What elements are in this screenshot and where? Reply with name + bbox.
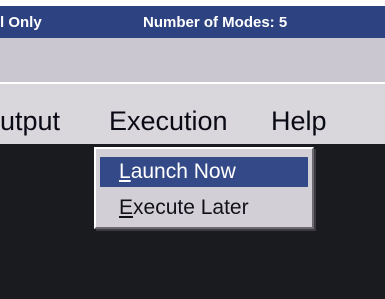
status-title-bar: l Only Number of Modes: 5: [0, 6, 385, 38]
menu-execution[interactable]: Execution: [109, 106, 228, 137]
menu-help[interactable]: Help: [271, 106, 327, 137]
launch-now-mnemonic: L: [119, 160, 131, 183]
execute-later-mnemonic: E: [119, 196, 134, 219]
menu-output[interactable]: utput: [0, 106, 60, 137]
execute-later-label: xecute Later: [133, 196, 249, 219]
mode-status-text: l Only: [0, 14, 42, 31]
menu-bar: utput Execution Help: [0, 82, 385, 144]
execution-dropdown-menu: Launch Now Execute Later: [94, 147, 314, 229]
application-window: l Only Number of Modes: 5 utput Executio…: [0, 0, 385, 299]
menu-item-launch-now[interactable]: Launch Now: [100, 157, 308, 187]
toolbar-strip: [0, 38, 385, 82]
menu-item-execute-later[interactable]: Execute Later: [100, 193, 308, 223]
number-of-modes-text: Number of Modes: 5: [143, 14, 288, 31]
launch-now-label: aunch Now: [130, 160, 236, 183]
